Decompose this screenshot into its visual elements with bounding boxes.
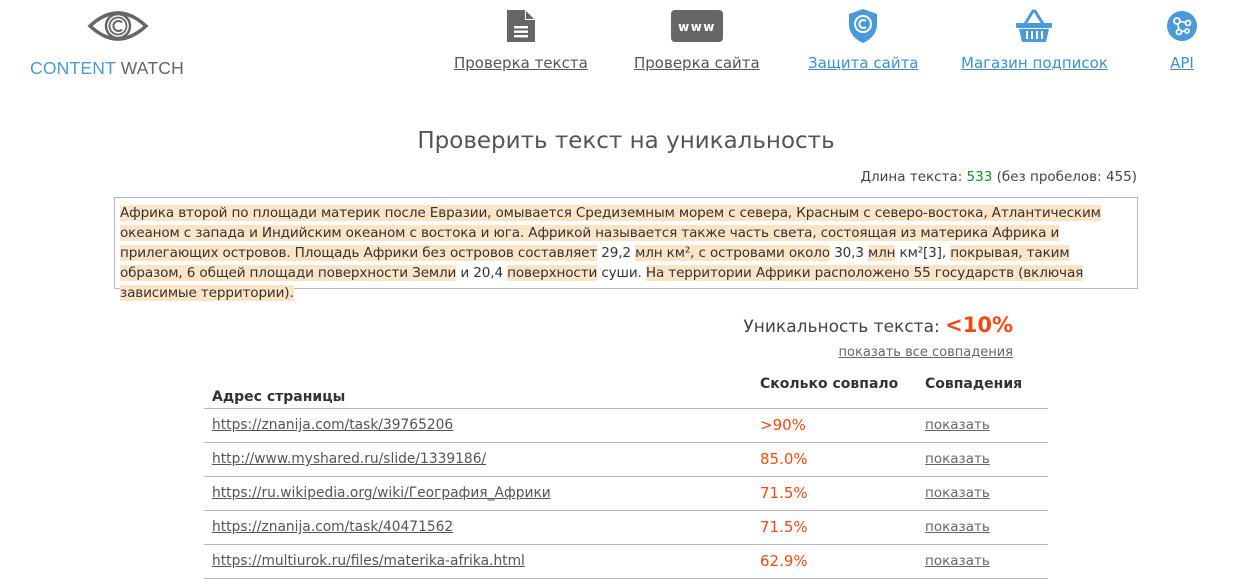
header-match-amount: Сколько совпало — [752, 372, 917, 409]
nav-label: Проверка сайта — [634, 54, 760, 72]
uniqueness-value: <10% — [945, 313, 1013, 337]
match-url-link[interactable]: https://znanija.com/task/40471562 — [212, 519, 453, 535]
match-url-link[interactable]: https://ru.wikipedia.org/wiki/География_… — [212, 485, 551, 501]
logo-link[interactable]: CONTENT WATCH — [30, 4, 205, 82]
cell-action: показать — [917, 442, 1048, 477]
matched-text-segment: поверхности — [507, 265, 598, 281]
api-nodes-icon — [1166, 6, 1198, 46]
header-matches: Совпадения — [917, 372, 1048, 409]
header-page-address: Адрес страницы — [204, 372, 752, 409]
cell-action: показать — [917, 544, 1048, 579]
nav-api[interactable]: API — [1166, 6, 1198, 72]
cell-url: http://www.myshared.ru/slide/1339186/ — [204, 442, 752, 477]
text-length: Длина текста: 533 (без пробелов: 455) — [860, 169, 1137, 185]
table-header-row: Адрес страницы Сколько совпало Совпадени… — [204, 372, 1048, 409]
nav-label: API — [1170, 54, 1194, 72]
cell-action: показать — [917, 510, 1048, 545]
unique-text-segment: суши. — [597, 265, 646, 281]
uniqueness-result: Уникальность текста: <10% — [743, 313, 1013, 337]
www-icon: www — [634, 6, 760, 46]
page-title: Проверить текст на уникальность — [417, 128, 835, 154]
cell-action: показать — [917, 408, 1048, 443]
match-percent: 62.9% — [752, 544, 917, 579]
text-length-value: 533 — [966, 169, 993, 185]
cell-url: https://ru.wikipedia.org/wiki/География_… — [204, 476, 752, 511]
match-url-link[interactable]: https://znanija.com/task/39765206 — [212, 417, 453, 433]
nav-label: Защита сайта — [808, 54, 919, 72]
checked-text-box: Африка второй по площади материк после Е… — [114, 197, 1138, 301]
nav-text-check[interactable]: Проверка текста — [454, 6, 588, 72]
text-length-label: Длина текста: — [860, 169, 967, 185]
results-table: Адрес страницы Сколько совпало Совпадени… — [204, 372, 1048, 579]
table-row: https://znanija.com/task/40471562 71.5% по… — [204, 510, 1048, 545]
unique-text-segment: 30,3 — [829, 245, 868, 261]
match-percent: >90% — [752, 408, 917, 443]
nav-site-protection[interactable]: Защита сайта — [808, 6, 919, 72]
shield-copyright-icon — [808, 6, 919, 46]
match-percent: 71.5% — [752, 510, 917, 545]
document-icon — [454, 6, 588, 46]
nav-site-check[interactable]: www Проверка сайта — [634, 6, 760, 72]
match-percent: 85.0% — [752, 442, 917, 477]
table-row: https://ru.wikipedia.org/wiki/География_… — [204, 476, 1048, 511]
show-matches-link[interactable]: показать — [925, 553, 990, 569]
matched-text-segment: млн — [868, 245, 896, 261]
cell-url: https://znanija.com/task/39765206 — [204, 408, 752, 443]
text-length-no-spaces: (без пробелов: 455) — [992, 169, 1137, 185]
copyright-eye-icon — [87, 11, 149, 41]
cell-url: https://multiurok.ru/files/materika-afri… — [204, 544, 752, 579]
show-matches-link[interactable]: показать — [925, 519, 990, 535]
show-all-matches-link[interactable]: показать все совпадения — [839, 345, 1013, 360]
nav-label: Проверка текста — [454, 54, 588, 72]
table-row: http://www.myshared.ru/slide/1339186/85.… — [204, 442, 1048, 477]
show-matches-link[interactable]: показать — [925, 417, 990, 433]
uniqueness-label: Уникальность текста: — [743, 317, 946, 337]
logo-text: CONTENT WATCH — [30, 58, 184, 79]
matched-text-segment: млн км², с островами около — [635, 245, 830, 261]
basket-icon — [961, 6, 1108, 46]
logo-text-content: CONTENT — [30, 58, 116, 78]
table-row: https://znanija.com/task/39765206 >90% пок… — [204, 408, 1048, 443]
unique-text-segment: и 20,4 — [456, 265, 508, 281]
match-url-link[interactable]: https://multiurok.ru/files/materika-afri… — [212, 553, 525, 569]
cell-url: https://znanija.com/task/40471562 — [204, 510, 752, 545]
svg-text:www: www — [678, 20, 716, 34]
nav-subscription-shop[interactable]: Магазин подписок — [961, 6, 1108, 72]
unique-text-segment: км²[3], — [895, 245, 951, 261]
table-row: https://multiurok.ru/files/materika-afri… — [204, 544, 1048, 579]
nav-label: Магазин подписок — [961, 54, 1108, 72]
unique-text-segment: 29,2 — [597, 245, 636, 261]
match-percent: 71.5% — [752, 476, 917, 511]
logo-text-watch: WATCH — [115, 58, 184, 78]
match-url-link[interactable]: http://www.myshared.ru/slide/1339186/ — [212, 451, 486, 467]
cell-action: показать — [917, 476, 1048, 511]
show-matches-link[interactable]: показать — [925, 451, 990, 467]
show-matches-link[interactable]: показать — [925, 485, 990, 501]
